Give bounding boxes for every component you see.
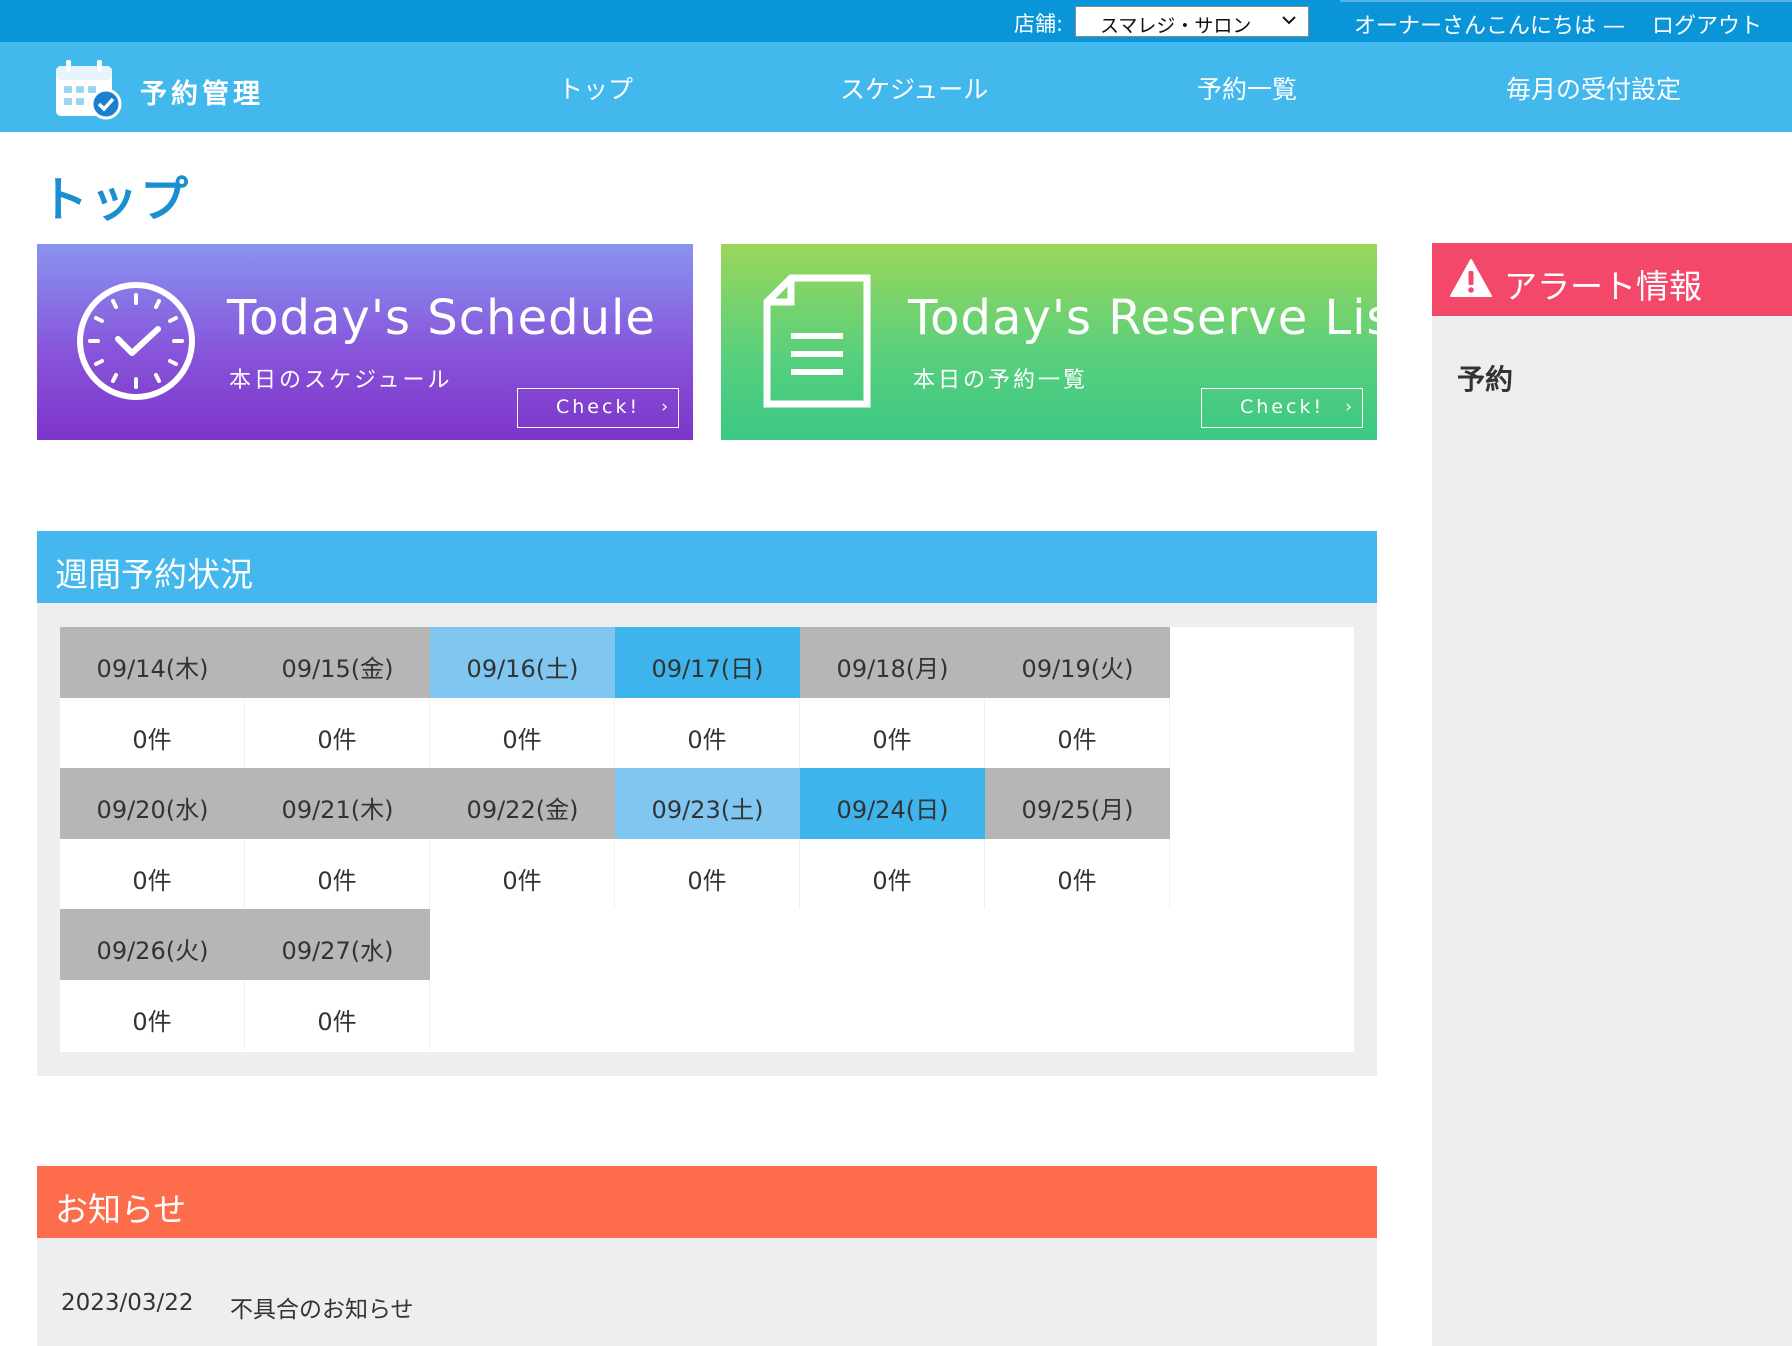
chevron-right-icon: › (1345, 397, 1352, 417)
day-count: 0件 (430, 698, 615, 768)
day-count: 0件 (245, 980, 430, 1050)
notice-link[interactable]: 不具合のお知らせ (230, 1290, 414, 1324)
day-cell[interactable]: 09/15(金) 0件 (245, 627, 430, 768)
day-date: 09/14(木) (60, 627, 245, 698)
day-count: 0件 (60, 980, 245, 1050)
day-date: 09/17(日) (615, 627, 800, 698)
day-count: 0件 (430, 839, 615, 909)
weekly-status-panel: 09/14(木) 0件 09/15(金) 0件 09/16(土) 0件 09/17(日) 0件… (37, 603, 1377, 1076)
day-date: 09/27(水) (245, 909, 430, 980)
day-date: 09/21(木) (245, 768, 430, 839)
day-count: 0件 (245, 698, 430, 768)
day-cell[interactable]: 09/23(土) 0件 (615, 768, 800, 909)
day-date: 09/24(日) (800, 768, 985, 839)
nav-item-monthly-settings[interactable]: 毎月の受付設定 (1506, 70, 1681, 106)
day-count: 0件 (985, 839, 1170, 909)
day-cell[interactable]: 09/16(土) 0件 (430, 627, 615, 768)
reserve-banner-subtitle: 本日の予約一覧 (913, 368, 1089, 393)
weekly-status-header: 週間予約状況 (37, 531, 1377, 603)
day-date: 09/18(月) (800, 627, 985, 698)
chevron-right-icon: › (661, 397, 668, 417)
day-count: 0件 (60, 839, 245, 909)
nav-item-reservation-list[interactable]: 予約一覧 (1197, 70, 1297, 106)
schedule-check-button[interactable]: Check! › (517, 388, 679, 428)
schedule-banner-subtitle: 本日のスケジュール (229, 368, 453, 393)
day-date: 09/16(土) (430, 627, 615, 698)
day-date: 09/25(月) (985, 768, 1170, 839)
reserve-check-label: Check! (1240, 396, 1325, 418)
day-cell[interactable]: 09/25(月) 0件 (985, 768, 1170, 909)
day-cell[interactable]: 09/14(木) 0件 (60, 627, 245, 768)
day-count: 0件 (615, 698, 800, 768)
store-select[interactable]: スマレジ・サロン (1075, 6, 1309, 37)
schedule-check-label: Check! (556, 396, 641, 418)
day-cell[interactable]: 09/18(月) 0件 (800, 627, 985, 768)
day-cell[interactable]: 09/22(金) 0件 (430, 768, 615, 909)
calendar-check-icon (56, 60, 122, 120)
alert-item-reservation[interactable]: 予約 (1457, 358, 1513, 398)
day-count: 0件 (985, 698, 1170, 768)
day-cell[interactable]: 09/17(日) 0件 (615, 627, 800, 768)
alert-title: アラート情報 (1504, 267, 1702, 306)
nav-item-schedule[interactable]: スケジュール (840, 70, 988, 106)
day-cell[interactable]: 09/24(日) 0件 (800, 768, 985, 909)
weekly-grid: 09/14(木) 0件 09/15(金) 0件 09/16(土) 0件 09/17(日) 0件… (60, 627, 1354, 1052)
day-count: 0件 (800, 698, 985, 768)
day-date: 09/20(水) (60, 768, 245, 839)
app-logo-text[interactable]: 予約管理 (140, 72, 264, 111)
weekly-status-title: 週間予約状況 (55, 555, 253, 594)
store-label: 店舗: (1014, 12, 1064, 36)
todays-schedule-banner[interactable]: Today's Schedule 本日のスケジュール Check! › (37, 244, 693, 440)
day-cell[interactable]: 09/27(水) 0件 (245, 909, 430, 1050)
day-cell[interactable]: 09/20(水) 0件 (60, 768, 245, 909)
logout-link[interactable]: ログアウト (1652, 8, 1762, 40)
day-date: 09/15(金) (245, 627, 430, 698)
day-date: 09/19(火) (985, 627, 1170, 698)
top-bar: 店舗: スマレジ・サロン オーナーさんこんにちは — ログアウト (0, 0, 1792, 42)
page-title: トップ (40, 172, 191, 228)
notice-header: お知らせ (37, 1166, 1377, 1238)
day-cell[interactable]: 09/21(木) 0件 (245, 768, 430, 909)
nav-item-top[interactable]: トップ (558, 70, 633, 106)
reserve-check-button[interactable]: Check! › (1201, 388, 1363, 428)
day-cell[interactable]: 09/26(火) 0件 (60, 909, 245, 1050)
store-select-value: スマレジ・サロン (1100, 15, 1252, 37)
main-nav: 予約管理 トップ スケジュール 予約一覧 毎月の受付設定 (0, 42, 1792, 132)
clock-icon (77, 282, 195, 400)
day-count: 0件 (245, 839, 430, 909)
notice-panel: 2023/03/22 不具合のお知らせ (37, 1238, 1377, 1346)
day-cell[interactable]: 09/19(火) 0件 (985, 627, 1170, 768)
alert-panel: 予約 (1432, 316, 1792, 1346)
notice-date: 2023/03/22 (61, 1290, 194, 1316)
day-count: 0件 (60, 698, 245, 768)
day-date: 09/26(火) (60, 909, 245, 980)
greeting-text: オーナーさんこんにちは — (1354, 14, 1625, 39)
chevron-down-icon (1282, 16, 1296, 25)
notice-title: お知らせ (55, 1190, 187, 1229)
document-icon (763, 274, 871, 408)
alert-header: アラート情報 (1432, 243, 1792, 316)
todays-reserve-list-banner[interactable]: Today's Reserve List 本日の予約一覧 Check! › (721, 244, 1377, 440)
reserve-banner-title: Today's Reserve List (908, 290, 1377, 346)
day-count: 0件 (800, 839, 985, 909)
schedule-banner-title: Today's Schedule (227, 290, 656, 346)
day-date: 09/22(金) (430, 768, 615, 839)
warning-icon (1450, 259, 1492, 297)
day-date: 09/23(土) (615, 768, 800, 839)
day-count: 0件 (615, 839, 800, 909)
